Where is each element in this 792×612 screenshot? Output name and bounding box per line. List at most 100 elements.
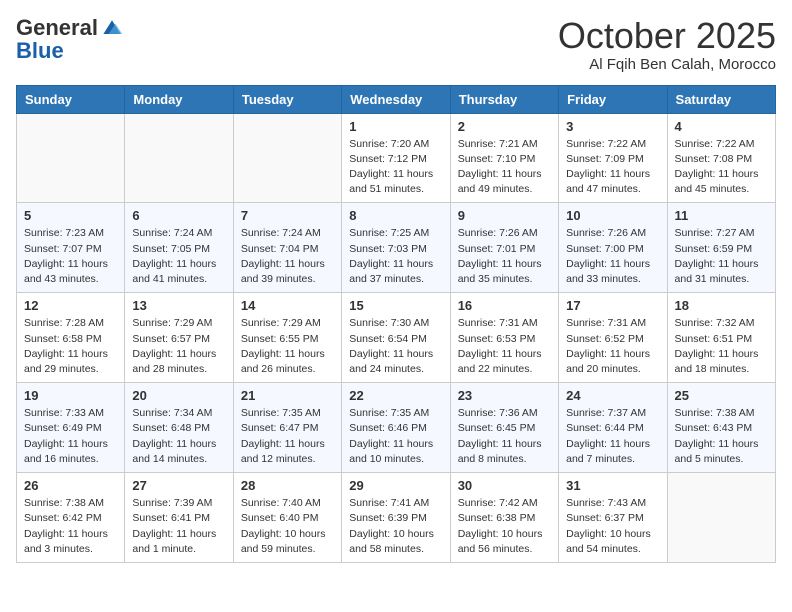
calendar-cell: 9 Sunrise: 7:26 AMSunset: 7:01 PMDaylight… (450, 203, 558, 293)
calendar-cell: 26 Sunrise: 7:38 AMSunset: 6:42 PMDayligh… (17, 473, 125, 563)
calendar-cell: 2Sunrise: 7:21 AMSunset: 7:10 PMDaylight… (450, 113, 558, 203)
calendar-cell: 20 Sunrise: 7:34 AMSunset: 6:48 PMDayligh… (125, 383, 233, 473)
logo: General Blue (16, 16, 124, 64)
calendar-cell: 13 Sunrise: 7:29 AMSunset: 6:57 PMDayligh… (125, 293, 233, 383)
day-info: Sunrise: 7:35 AMSunset: 6:47 PMDaylight:… (241, 406, 334, 467)
day-number: 11 (675, 208, 768, 223)
day-number: 20 (132, 388, 225, 403)
logo-icon (100, 16, 124, 40)
day-header-wednesday: Wednesday (342, 85, 450, 113)
day-info: Sunrise: 7:38 AMSunset: 6:43 PMDaylight:… (675, 406, 768, 467)
day-number: 21 (241, 388, 334, 403)
day-number: 16 (458, 298, 551, 313)
day-number: 30 (458, 478, 551, 493)
calendar-cell: 7 Sunrise: 7:24 AMSunset: 7:04 PMDaylight… (233, 203, 341, 293)
day-number: 31 (566, 478, 659, 493)
day-info: Sunrise: 7:25 AMSunset: 7:03 PMDaylight:… (349, 226, 442, 287)
day-info: Sunrise: 7:24 AMSunset: 7:05 PMDaylight:… (132, 226, 225, 287)
title-block: October 2025 Al Fqih Ben Calah, Morocco (558, 16, 776, 73)
day-number: 29 (349, 478, 442, 493)
logo-general-text: General (16, 17, 98, 39)
calendar-cell: 15Sunrise: 7:30 AMSunset: 6:54 PMDayligh… (342, 293, 450, 383)
day-number: 2 (458, 119, 551, 134)
day-info: Sunrise: 7:38 AMSunset: 6:42 PMDaylight:… (24, 496, 117, 557)
calendar-cell: 17 Sunrise: 7:31 AMSunset: 6:52 PMDayligh… (559, 293, 667, 383)
calendar-cell: 31Sunrise: 7:43 AMSunset: 6:37 PMDayligh… (559, 473, 667, 563)
day-header-tuesday: Tuesday (233, 85, 341, 113)
calendar-week-row: 5 Sunrise: 7:23 AMSunset: 7:07 PMDaylight… (17, 203, 776, 293)
day-info: Sunrise: 7:31 AMSunset: 6:52 PMDaylight:… (566, 316, 659, 377)
day-number: 6 (132, 208, 225, 223)
day-number: 24 (566, 388, 659, 403)
location-title: Al Fqih Ben Calah, Morocco (558, 56, 776, 73)
calendar-cell: 21 Sunrise: 7:35 AMSunset: 6:47 PMDayligh… (233, 383, 341, 473)
day-info: Sunrise: 7:39 AMSunset: 6:41 PMDaylight:… (132, 496, 225, 557)
day-header-sunday: Sunday (17, 85, 125, 113)
day-info: Sunrise: 7:26 AMSunset: 7:01 PMDaylight:… (458, 226, 551, 287)
calendar-cell: 29 Sunrise: 7:41 AMSunset: 6:39 PMDayligh… (342, 473, 450, 563)
day-number: 14 (241, 298, 334, 313)
calendar-body: 1 Sunrise: 7:20 AMSunset: 7:12 PMDaylight… (17, 113, 776, 562)
day-info: Sunrise: 7:24 AMSunset: 7:04 PMDaylight:… (241, 226, 334, 287)
calendar-cell: 24 Sunrise: 7:37 AMSunset: 6:44 PMDayligh… (559, 383, 667, 473)
calendar-cell: 14 Sunrise: 7:29 AMSunset: 6:55 PMDayligh… (233, 293, 341, 383)
calendar-cell: 3Sunrise: 7:22 AMSunset: 7:09 PMDaylight… (559, 113, 667, 203)
day-info: Sunrise: 7:37 AMSunset: 6:44 PMDaylight:… (566, 406, 659, 467)
calendar-cell (233, 113, 341, 203)
calendar-cell: 27 Sunrise: 7:39 AMSunset: 6:41 PMDayligh… (125, 473, 233, 563)
calendar-cell (667, 473, 775, 563)
day-number: 22 (349, 388, 442, 403)
calendar-cell: 25 Sunrise: 7:38 AMSunset: 6:43 PMDayligh… (667, 383, 775, 473)
day-info: Sunrise: 7:35 AMSunset: 6:46 PMDaylight:… (349, 406, 442, 467)
calendar-cell (125, 113, 233, 203)
day-number: 28 (241, 478, 334, 493)
day-number: 5 (24, 208, 117, 223)
calendar-week-row: 12Sunrise: 7:28 AMSunset: 6:58 PMDayligh… (17, 293, 776, 383)
calendar-cell: 5 Sunrise: 7:23 AMSunset: 7:07 PMDaylight… (17, 203, 125, 293)
day-number: 13 (132, 298, 225, 313)
day-number: 9 (458, 208, 551, 223)
calendar-cell: 30 Sunrise: 7:42 AMSunset: 6:38 PMDayligh… (450, 473, 558, 563)
day-header-saturday: Saturday (667, 85, 775, 113)
day-number: 15 (349, 298, 442, 313)
page-header: General Blue October 2025 Al Fqih Ben Ca… (16, 16, 776, 73)
day-number: 18 (675, 298, 768, 313)
calendar-cell: 1 Sunrise: 7:20 AMSunset: 7:12 PMDaylight… (342, 113, 450, 203)
calendar-cell: 11 Sunrise: 7:27 AMSunset: 6:59 PMDayligh… (667, 203, 775, 293)
day-info: Sunrise: 7:34 AMSunset: 6:48 PMDaylight:… (132, 406, 225, 467)
calendar-cell: 4Sunrise: 7:22 AMSunset: 7:08 PMDaylight… (667, 113, 775, 203)
day-info: Sunrise: 7:33 AMSunset: 6:49 PMDaylight:… (24, 406, 117, 467)
calendar-cell: 8Sunrise: 7:25 AMSunset: 7:03 PMDaylight… (342, 203, 450, 293)
day-info: Sunrise: 7:29 AMSunset: 6:57 PMDaylight:… (132, 316, 225, 377)
day-header-thursday: Thursday (450, 85, 558, 113)
month-title: October 2025 (558, 16, 776, 56)
calendar-cell: 12Sunrise: 7:28 AMSunset: 6:58 PMDayligh… (17, 293, 125, 383)
day-info: Sunrise: 7:29 AMSunset: 6:55 PMDaylight:… (241, 316, 334, 377)
day-number: 1 (349, 119, 442, 134)
day-number: 23 (458, 388, 551, 403)
day-number: 7 (241, 208, 334, 223)
calendar-week-row: 26 Sunrise: 7:38 AMSunset: 6:42 PMDayligh… (17, 473, 776, 563)
day-info: Sunrise: 7:36 AMSunset: 6:45 PMDaylight:… (458, 406, 551, 467)
day-number: 26 (24, 478, 117, 493)
calendar-cell: 28 Sunrise: 7:40 AMSunset: 6:40 PMDayligh… (233, 473, 341, 563)
day-header-friday: Friday (559, 85, 667, 113)
calendar-header-row: SundayMondayTuesdayWednesdayThursdayFrid… (17, 85, 776, 113)
day-number: 10 (566, 208, 659, 223)
day-number: 19 (24, 388, 117, 403)
day-number: 17 (566, 298, 659, 313)
day-header-monday: Monday (125, 85, 233, 113)
day-number: 27 (132, 478, 225, 493)
day-info: Sunrise: 7:23 AMSunset: 7:07 PMDaylight:… (24, 226, 117, 287)
day-info: Sunrise: 7:41 AMSunset: 6:39 PMDaylight:… (349, 496, 442, 557)
day-number: 12 (24, 298, 117, 313)
day-info: Sunrise: 7:20 AMSunset: 7:12 PMDaylight:… (349, 137, 442, 198)
day-number: 3 (566, 119, 659, 134)
day-number: 4 (675, 119, 768, 134)
day-info: Sunrise: 7:40 AMSunset: 6:40 PMDaylight:… (241, 496, 334, 557)
calendar-cell: 22 Sunrise: 7:35 AMSunset: 6:46 PMDayligh… (342, 383, 450, 473)
day-info: Sunrise: 7:42 AMSunset: 6:38 PMDaylight:… (458, 496, 551, 557)
calendar-table: SundayMondayTuesdayWednesdayThursdayFrid… (16, 85, 776, 563)
day-number: 25 (675, 388, 768, 403)
day-info: Sunrise: 7:27 AMSunset: 6:59 PMDaylight:… (675, 226, 768, 287)
